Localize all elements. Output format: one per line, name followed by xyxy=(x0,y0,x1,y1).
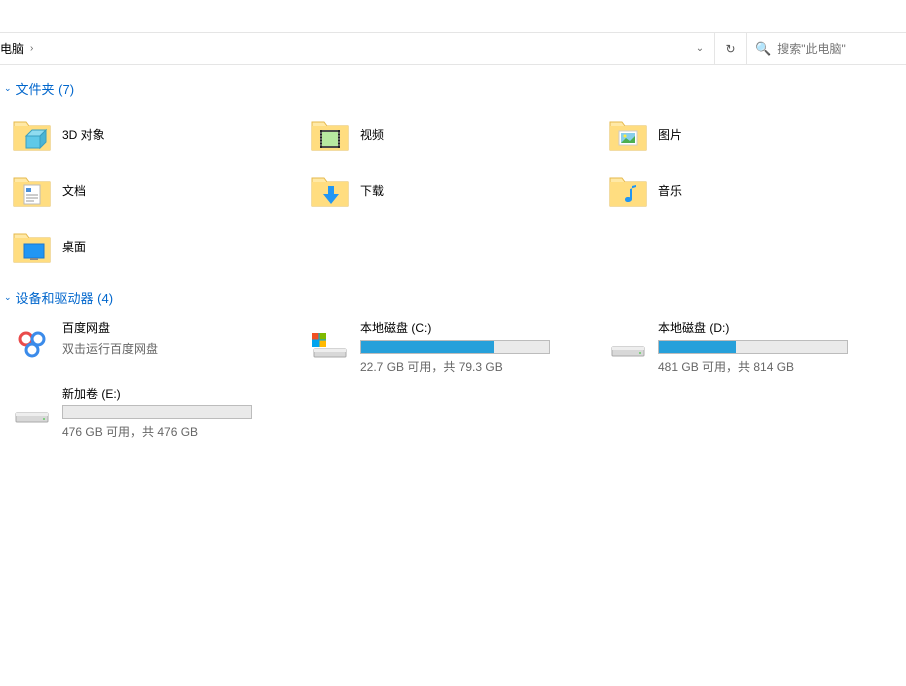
refresh-button[interactable]: ↻ xyxy=(714,33,746,64)
drive-stats: 476 GB 可用，共 476 GB xyxy=(62,423,290,440)
folder-videos[interactable]: 视频 xyxy=(304,108,602,160)
drive-c[interactable]: 本地磁盘 (C:) 22.7 GB 可用，共 79.3 GB xyxy=(304,319,602,377)
folder-label: 3D 对象 xyxy=(62,126,105,143)
folder-label: 音乐 xyxy=(658,182,682,199)
drive-usage-bar xyxy=(658,340,848,354)
chevron-down-icon: ⌄ xyxy=(4,83,12,94)
search-icon: 🔍 xyxy=(755,41,771,57)
folder-video-icon xyxy=(306,110,354,158)
folder-label: 桌面 xyxy=(62,238,86,255)
drive-name: 新加卷 (E:) xyxy=(62,387,290,403)
address-dropdown[interactable]: ⌄ xyxy=(686,33,714,64)
section-header-folders[interactable]: ⌄ 文件夹 (7) xyxy=(0,73,906,104)
folder-pictures-icon xyxy=(604,110,652,158)
chevron-down-icon: ⌄ xyxy=(4,292,12,303)
drive-usage-fill xyxy=(361,341,494,353)
folder-documents-icon xyxy=(8,166,56,214)
disk-drive-icon xyxy=(8,387,56,435)
folder-label: 图片 xyxy=(658,126,682,143)
section-header-drives[interactable]: ⌄ 设备和驱动器 (4) xyxy=(0,282,906,313)
folder-pictures[interactable]: 图片 xyxy=(602,108,900,160)
drive-info: 本地磁盘 (C:) 22.7 GB 可用，共 79.3 GB xyxy=(360,321,600,375)
content-area: ⌄ 文件夹 (7) 3D 对象 xyxy=(0,65,906,460)
folder-desktop[interactable]: 桌面 xyxy=(6,220,304,272)
folder-desktop-icon xyxy=(8,222,56,270)
folder-grid: 3D 对象 视频 xyxy=(0,104,906,282)
folder-label: 视频 xyxy=(360,126,384,143)
section-title-folders: 文件夹 (7) xyxy=(16,79,75,98)
drive-stats: 22.7 GB 可用，共 79.3 GB xyxy=(360,358,588,375)
folder-label: 下载 xyxy=(360,182,384,199)
folder-3d-icon xyxy=(8,110,56,158)
drive-name: 本地磁盘 (C:) xyxy=(360,321,588,337)
system-drive-icon xyxy=(306,321,354,369)
drive-subtitle: 双击运行百度网盘 xyxy=(62,340,290,357)
drive-grid: 百度网盘 双击运行百度网盘 本地磁盘 (C:) xyxy=(0,313,906,452)
folder-3d-objects[interactable]: 3D 对象 xyxy=(6,108,304,160)
folder-music[interactable]: 音乐 xyxy=(602,164,900,216)
drive-e[interactable]: 新加卷 (E:) 476 GB 可用，共 476 GB xyxy=(6,385,304,443)
chevron-right-icon[interactable]: › xyxy=(30,43,33,54)
baidu-netdisk-icon xyxy=(8,321,56,369)
drive-name: 本地磁盘 (D:) xyxy=(658,321,886,337)
drive-info: 新加卷 (E:) 476 GB 可用，共 476 GB xyxy=(62,387,302,441)
drive-usage-bar xyxy=(62,405,252,419)
breadcrumb-location[interactable]: 电脑 xyxy=(0,40,24,57)
disk-drive-icon xyxy=(604,321,652,369)
breadcrumb[interactable]: 电脑 › xyxy=(0,33,686,64)
search-box[interactable]: 🔍 xyxy=(746,33,906,64)
drive-usage-bar xyxy=(360,340,550,354)
address-bar: 电脑 › ⌄ ↻ 🔍 xyxy=(0,33,906,65)
folder-label: 文档 xyxy=(62,182,86,199)
folder-music-icon xyxy=(604,166,652,214)
folder-downloads-icon xyxy=(306,166,354,214)
drive-name: 百度网盘 xyxy=(62,321,290,337)
folder-downloads[interactable]: 下载 xyxy=(304,164,602,216)
folder-documents[interactable]: 文档 xyxy=(6,164,304,216)
section-title-drives: 设备和驱动器 (4) xyxy=(16,288,114,307)
drive-baidu[interactable]: 百度网盘 双击运行百度网盘 xyxy=(6,319,304,377)
drive-d[interactable]: 本地磁盘 (D:) 481 GB 可用，共 814 GB xyxy=(602,319,900,377)
drive-info: 本地磁盘 (D:) 481 GB 可用，共 814 GB xyxy=(658,321,898,375)
search-input[interactable] xyxy=(777,42,898,56)
toolbar-ribbon xyxy=(0,0,906,33)
drive-stats: 481 GB 可用，共 814 GB xyxy=(658,358,886,375)
drive-usage-fill xyxy=(659,341,736,353)
drive-info: 百度网盘 双击运行百度网盘 xyxy=(62,321,302,357)
